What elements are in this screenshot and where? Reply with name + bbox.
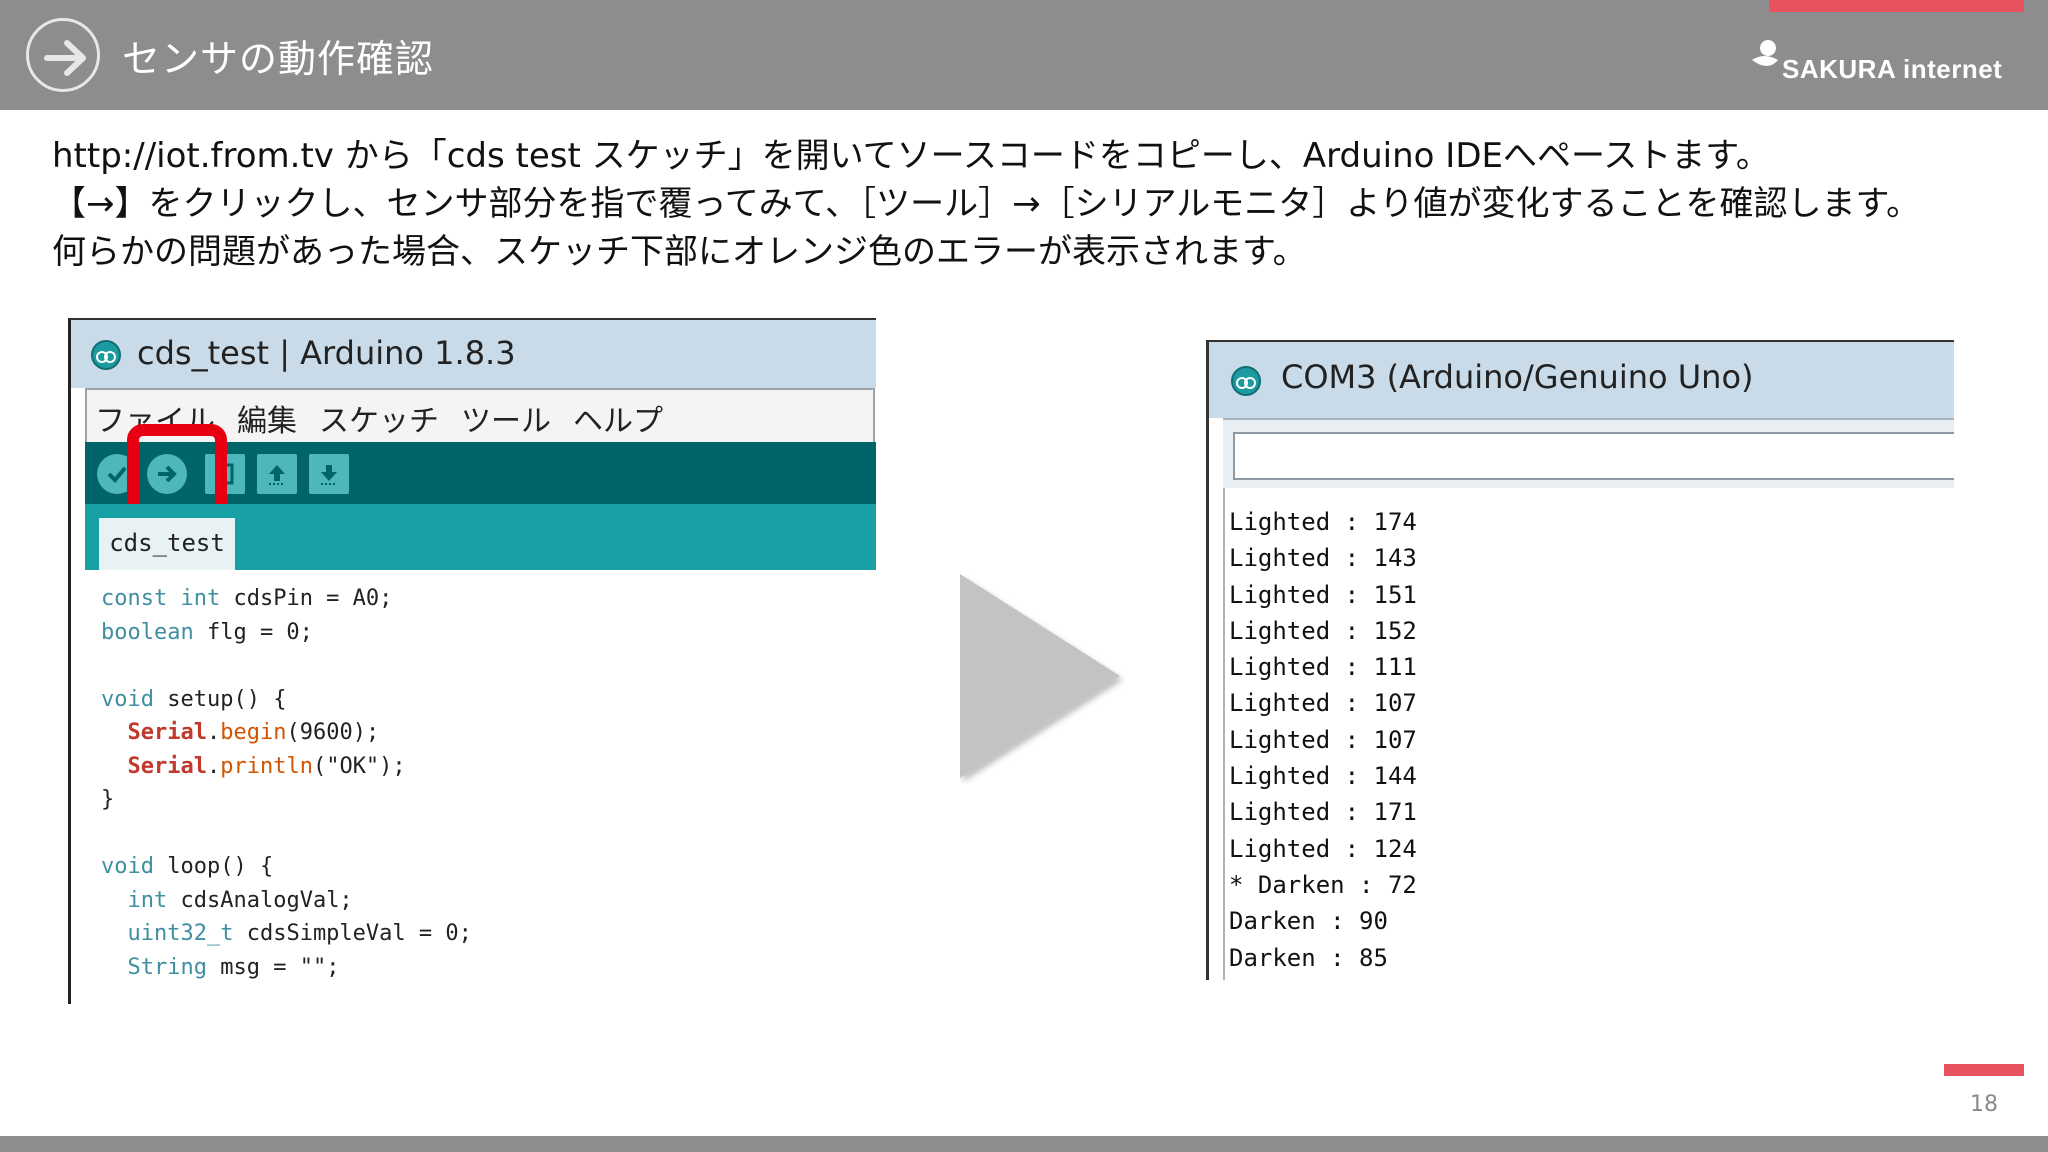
serial-line: Lighted : 124 bbox=[1229, 834, 1417, 863]
serial-send-input[interactable] bbox=[1233, 432, 1954, 480]
arduino-ide-window: cds_test | Arduino 1.8.3 ファイル 編集 スケッチ ツール ヘル… bbox=[68, 318, 876, 1004]
ide-tab-bar: cds_test bbox=[85, 504, 876, 570]
code-line: void loop() { bbox=[101, 854, 274, 879]
serial-output: Lighted : 174 Lighted : 143 Lighted : 15… bbox=[1223, 488, 1954, 980]
serial-line: Lighted : 107 bbox=[1229, 725, 1417, 754]
code-line: void setup() { bbox=[101, 686, 287, 712]
save-sketch-button[interactable] bbox=[309, 454, 349, 494]
arrow-up-icon bbox=[269, 465, 285, 485]
serial-line: Lighted : 152 bbox=[1229, 616, 1417, 645]
sakura-logo-icon bbox=[1752, 40, 1778, 66]
code-line: Serial.begin(9600); bbox=[127, 720, 380, 745]
play-arrow-icon bbox=[960, 574, 1120, 778]
page-number: 18 bbox=[1970, 1092, 1998, 1117]
serial-line: Lighted : 143 bbox=[1229, 544, 1417, 573]
serial-line: Lighted : 111 bbox=[1229, 653, 1417, 682]
code-line: const int cdsPin = A0; bbox=[101, 586, 393, 611]
serial-line: Lighted : 174 bbox=[1229, 508, 1417, 536]
arrow-right-circle-icon bbox=[26, 18, 100, 92]
code-line: Serial.println("OK"); bbox=[127, 753, 406, 779]
arrow-down-icon bbox=[321, 465, 337, 485]
serial-line: Lighted : 151 bbox=[1229, 580, 1417, 609]
menu-edit[interactable]: 編集 bbox=[237, 396, 297, 440]
instruction-line: 【→】をクリックし、センサ部分を指で覆ってみて、［ツール］→［シリアルモニタ］よ… bbox=[52, 184, 1921, 224]
serial-monitor-window: COM3 (Arduino/Genuino Uno) Lighted : 174… bbox=[1206, 340, 1954, 980]
serial-line: Darken : 85 bbox=[1229, 943, 1388, 972]
slide-footer bbox=[0, 1136, 2048, 1152]
slide-title: センサの動作確認 bbox=[122, 37, 435, 81]
code-line: String msg = ""; bbox=[127, 954, 340, 980]
open-sketch-button[interactable] bbox=[257, 454, 297, 494]
serial-line: Darken : 90 bbox=[1229, 907, 1388, 936]
serial-line: Lighted : 107 bbox=[1229, 689, 1417, 718]
page-number-accent bbox=[1944, 1064, 2024, 1076]
serial-line: Lighted : 171 bbox=[1229, 798, 1417, 827]
code-line: uint32_t cdsSimpleVal = 0; bbox=[127, 921, 472, 946]
menu-sketch[interactable]: スケッチ bbox=[319, 396, 439, 440]
code-line: int cdsAnalogVal; bbox=[127, 887, 353, 913]
serial-line: * Darken : 72 bbox=[1229, 870, 1417, 899]
menu-tools[interactable]: ツール bbox=[461, 396, 551, 440]
arduino-logo-icon bbox=[91, 340, 121, 370]
arduino-logo-icon bbox=[1231, 366, 1261, 396]
menu-help[interactable]: ヘルプ bbox=[573, 396, 663, 440]
code-editor[interactable]: const int cdsPin = A0; boolean flg = 0; v… bbox=[85, 570, 876, 1004]
code-line: } bbox=[101, 787, 115, 812]
sakura-internet-logo: SAKURA internet bbox=[1750, 34, 2010, 84]
ide-window-title: cds_test | Arduino 1.8.3 bbox=[137, 334, 516, 372]
instruction-line: 何らかの問題があった場合、スケッチ下部にオレンジ色のエラーが表示されます。 bbox=[52, 232, 1307, 272]
instruction-line: http://iot.from.tv から「cds test スケッチ」を開いて… bbox=[52, 136, 1770, 176]
code-line: boolean flg = 0; bbox=[101, 619, 313, 645]
serial-title-bar: COM3 (Arduino/Genuino Uno) bbox=[1209, 342, 1954, 418]
check-icon bbox=[107, 466, 127, 483]
header-accent-bar bbox=[1769, 0, 2024, 12]
slide-header: センサの動作確認 SAKURA internet bbox=[0, 0, 2048, 110]
instructions: http://iot.from.tv から「cds test スケッチ」を開いて… bbox=[52, 132, 2012, 276]
tab-cds-test[interactable]: cds_test bbox=[99, 518, 235, 570]
ide-title-bar: cds_test | Arduino 1.8.3 bbox=[71, 320, 876, 388]
serial-line: Lighted : 144 bbox=[1229, 762, 1417, 791]
serial-window-title: COM3 (Arduino/Genuino Uno) bbox=[1281, 358, 1754, 396]
logo-text: SAKURA internet bbox=[1782, 54, 2003, 84]
serial-input-panel bbox=[1223, 418, 1954, 488]
